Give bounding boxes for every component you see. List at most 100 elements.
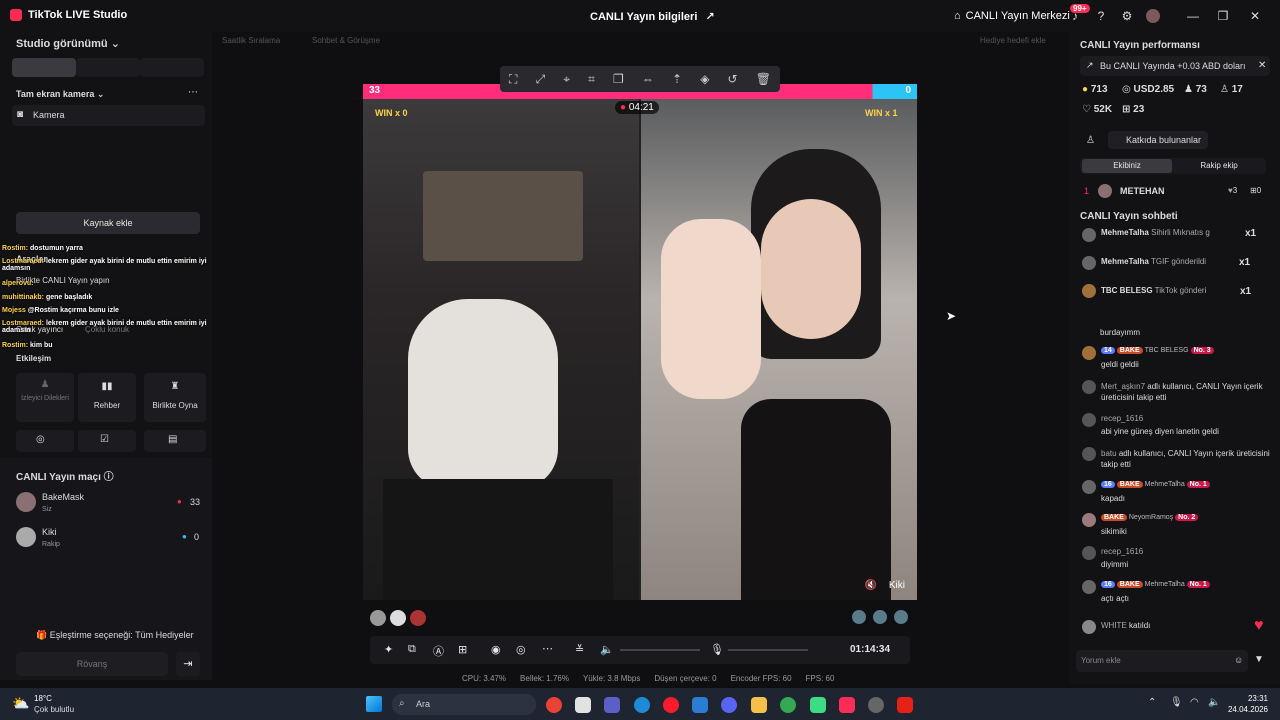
contributors-button[interactable]: Katkıda bulunanlar [1108, 131, 1208, 149]
layout-landscape-button[interactable] [76, 58, 140, 77]
filter-icon[interactable]: ▼ [1254, 654, 1264, 665]
emoji-icon[interactable]: ☺ [1234, 655, 1243, 665]
live-center-label: CANLI Yayın Merkezi [965, 10, 1070, 22]
magic-icon[interactable]: ✦ [384, 643, 393, 656]
mic-slider[interactable] [728, 649, 808, 651]
search-input[interactable]: ⌕ Ara [392, 694, 536, 715]
chat-message-header: BAKE NeyomRamoş No. 2 [1101, 514, 1200, 521]
whatsapp-icon[interactable] [810, 697, 826, 713]
app-icon[interactable] [868, 697, 884, 713]
minimize-icon[interactable]: — [1186, 9, 1200, 23]
youtube-icon[interactable] [897, 697, 913, 713]
comment-input[interactable]: Yorum ekle ☺ [1076, 650, 1248, 672]
share-icon[interactable]: ↗ [705, 10, 714, 23]
record-icon[interactable]: ◉ [491, 643, 501, 656]
layout-portrait-button[interactable] [12, 58, 76, 77]
duplicate-icon[interactable]: ❐ [613, 72, 624, 86]
tab-opponent-team[interactable]: Rakip ekip [1174, 159, 1264, 173]
overlay-chat-line: Rostim: kim bu [2, 342, 53, 349]
exit-button[interactable]: ⇥ [176, 652, 200, 676]
help-icon[interactable]: ? [1094, 9, 1108, 23]
microphone-icon[interactable]: 🎙 [1170, 697, 1183, 708]
heart-icon[interactable]: ♥ [1254, 617, 1264, 635]
add-icon[interactable]: ⊞ [458, 643, 467, 656]
player-role: Siz [42, 506, 52, 513]
store-icon[interactable] [575, 697, 591, 713]
more-icon[interactable]: ⋯ [542, 642, 553, 655]
gear-icon[interactable]: ⚙ [1120, 9, 1134, 23]
speaker-icon[interactable]: 🔈 [600, 643, 614, 656]
windows-start-icon[interactable] [366, 696, 382, 712]
crop-icon[interactable]: ⌗ [588, 72, 595, 87]
edge-icon[interactable] [634, 697, 650, 713]
viewer-requests-button[interactable]: ♟ İzleyici Dilekleri [16, 373, 74, 422]
expand-icon[interactable]: ⤢ [536, 72, 546, 87]
tool-button[interactable]: ▤ [144, 430, 206, 452]
opera-icon[interactable] [663, 697, 679, 713]
volume-icon[interactable]: 🔈 [1208, 697, 1220, 708]
teams-icon[interactable] [604, 697, 620, 713]
rotate-icon[interactable]: ↺ [728, 72, 738, 86]
tab-gift-goal[interactable]: Hediye hedefi ekle [980, 36, 1046, 45]
guide-button[interactable]: ▮▮ Rehber [78, 373, 136, 422]
weather-temp: 18°C [34, 694, 52, 703]
encoder-fps-stat: Encoder FPS: 60 [730, 674, 792, 683]
flip-icon[interactable]: ⇔ [642, 72, 654, 86]
tab-hourly[interactable]: Saatlik Sıralama [222, 36, 280, 45]
play-together-button[interactable]: ♜ Birlikte Oyna [144, 373, 206, 422]
live-info-title[interactable]: CANLI Yayın bilgileri ↗ [590, 10, 715, 24]
center-icon[interactable]: ⌖ [563, 72, 570, 87]
fullscreen-icon[interactable]: ⛶ [509, 72, 517, 87]
discord-icon[interactable] [721, 697, 737, 713]
camera-source-item[interactable]: ◙ Kamera [12, 105, 205, 126]
screen-icon[interactable]: ⧉ [408, 643, 416, 656]
close-icon[interactable]: ✕ [1248, 9, 1262, 23]
chrome-profile-icon[interactable] [780, 697, 796, 713]
earnings-note: Bu CANLI Yayında +0.03 ABD doları [1100, 61, 1246, 71]
maximize-icon[interactable]: ❐ [1216, 9, 1230, 23]
wifi-icon[interactable]: ◠ [1190, 697, 1199, 708]
book-icon: ▮▮ [101, 381, 113, 392]
avatar[interactable] [1146, 9, 1160, 23]
chrome-icon[interactable] [546, 697, 562, 713]
background-bed [423, 171, 583, 261]
chevron-up-icon[interactable]: ⌃ [1148, 697, 1156, 708]
tiktok-live-icon[interactable] [839, 697, 855, 713]
trend-icon: ↗ [1086, 60, 1094, 70]
pk-timer: ● 04:21 [615, 101, 659, 114]
camera-section-dropdown[interactable]: Tam ekran kamera ⌄ [16, 89, 104, 100]
volume-slider[interactable] [620, 649, 700, 651]
tab-chat[interactable]: Sohbet & Görüşme [312, 36, 380, 45]
info-icon[interactable]: ⓘ [104, 472, 114, 483]
align-icon[interactable]: ⇡ [672, 72, 682, 86]
avatar [1082, 346, 1096, 360]
more-icon[interactable]: ⋯ [188, 87, 198, 98]
clock-time[interactable]: 23:31 [1232, 694, 1268, 703]
rematch-button[interactable]: Rövanş [16, 652, 168, 676]
add-source-button[interactable]: Kaynak ekle [16, 212, 200, 234]
studio-view-dropdown[interactable]: Studio görünümü ⌄ [16, 37, 120, 50]
user-add-icon[interactable]: ♙ [1086, 135, 1095, 146]
match-option[interactable]: 🎁 Eşleştirme seçeneği: Tüm Hediyeler [36, 630, 194, 641]
coin-icon: ● [1082, 84, 1089, 95]
folder-icon[interactable] [751, 697, 767, 713]
studio-view-label: Studio görünümü [16, 38, 108, 50]
tab-your-team[interactable]: Ekibiniz [1082, 159, 1172, 173]
ai-icon[interactable]: Ⓐ [433, 643, 444, 659]
microphone-icon[interactable]: 🎙 [710, 643, 724, 656]
taskbar: ⛅ 18°C Çok bulutlu ⌕ Ara ⌃ 🎙 ◠ 🔈 23:31 2… [0, 688, 1280, 720]
title-bar: TikTok LIVE Studio CANLI Yayın bilgileri… [0, 0, 1280, 32]
mute-icon[interactable]: 🔇 [865, 580, 877, 591]
trash-icon[interactable]: 🗑 [756, 72, 771, 86]
settings-icon[interactable]: ≚ [575, 643, 584, 656]
layout-split-button[interactable] [140, 58, 204, 77]
live-center-button[interactable]: ⌂ CANLI Yayın Merkezi [954, 10, 1070, 22]
contributor-score: ⊞0 [1250, 186, 1262, 195]
close-icon[interactable]: ✕ [1258, 60, 1266, 71]
capture-icon[interactable]: ◎ [516, 643, 526, 656]
tool-button[interactable]: ◎ [16, 430, 74, 452]
outlook-icon[interactable] [692, 697, 708, 713]
tool-button[interactable]: ☑ [78, 430, 136, 452]
clock-date[interactable]: 24.04.2026 [1224, 705, 1268, 714]
layers-icon[interactable]: ◈ [700, 72, 709, 86]
